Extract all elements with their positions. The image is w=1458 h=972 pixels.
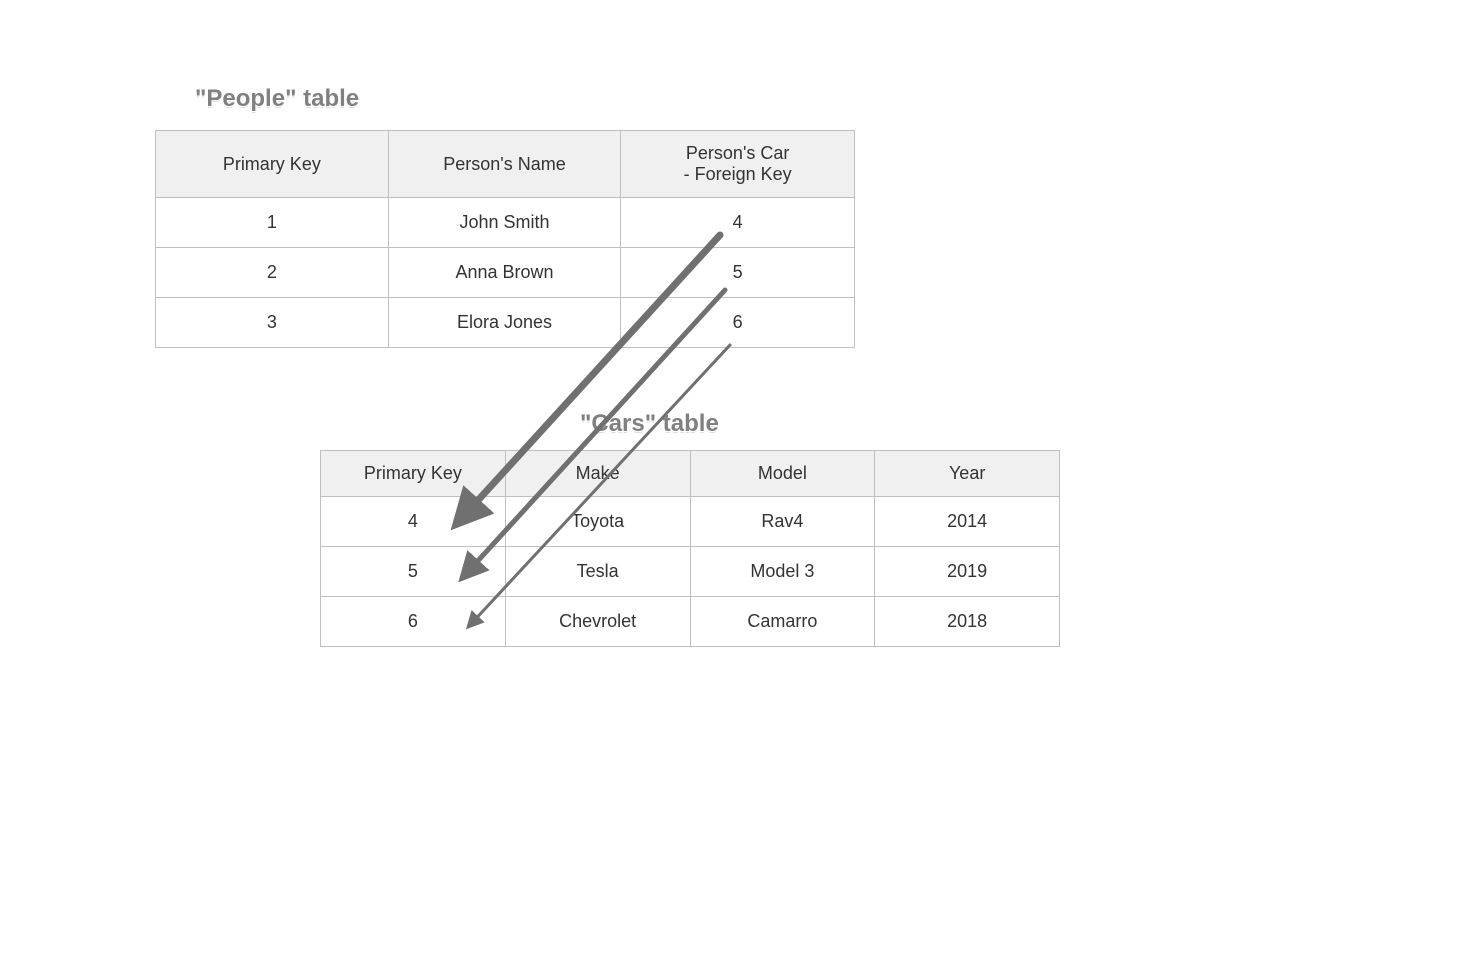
cars-cell-model: Camarro: [690, 597, 875, 647]
people-cell-fk: 6: [621, 298, 855, 348]
people-header-name: Person's Name: [388, 131, 621, 198]
cars-cell-make: Chevrolet: [505, 597, 690, 647]
cars-row: 4 Toyota Rav4 2014: [321, 497, 1060, 547]
people-cell-pk: 1: [156, 198, 389, 248]
cars-cell-model: Rav4: [690, 497, 875, 547]
cars-header-model: Model: [690, 451, 875, 497]
cars-row: 5 Tesla Model 3 2019: [321, 547, 1060, 597]
people-cell-pk: 3: [156, 298, 389, 348]
cars-cell-year: 2014: [875, 497, 1060, 547]
people-row: 1 John Smith 4: [156, 198, 855, 248]
cars-header-pk: Primary Key: [321, 451, 506, 497]
people-header-row: Primary Key Person's Name Person's Car- …: [156, 131, 855, 198]
people-cell-pk: 2: [156, 248, 389, 298]
cars-cell-make: Tesla: [505, 547, 690, 597]
cars-table: Primary Key Make Model Year 4 Toyota Rav…: [320, 450, 1060, 647]
cars-cell-year: 2018: [875, 597, 1060, 647]
cars-header-year: Year: [875, 451, 1060, 497]
diagram-canvas: "People" table Primary Key Person's Name…: [0, 0, 1458, 972]
people-header-fk-text: Person's Car- Foreign Key: [684, 143, 792, 184]
people-row: 3 Elora Jones 6: [156, 298, 855, 348]
people-cell-name: John Smith: [388, 198, 621, 248]
people-table: Primary Key Person's Name Person's Car- …: [155, 130, 855, 348]
cars-row: 6 Chevrolet Camarro 2018: [321, 597, 1060, 647]
people-header-pk: Primary Key: [156, 131, 389, 198]
cars-cell-make: Toyota: [505, 497, 690, 547]
people-cell-name: Elora Jones: [388, 298, 621, 348]
cars-cell-pk: 4: [321, 497, 506, 547]
people-cell-fk: 4: [621, 198, 855, 248]
cars-cell-pk: 6: [321, 597, 506, 647]
cars-cell-year: 2019: [875, 547, 1060, 597]
people-table-title: "People" table: [195, 85, 359, 113]
cars-cell-model: Model 3: [690, 547, 875, 597]
cars-table-title: "Cars" table: [580, 410, 719, 438]
cars-cell-pk: 5: [321, 547, 506, 597]
people-header-fk: Person's Car- Foreign Key: [621, 131, 855, 198]
cars-header-make: Make: [505, 451, 690, 497]
people-cell-name: Anna Brown: [388, 248, 621, 298]
cars-header-row: Primary Key Make Model Year: [321, 451, 1060, 497]
people-row: 2 Anna Brown 5: [156, 248, 855, 298]
people-cell-fk: 5: [621, 248, 855, 298]
